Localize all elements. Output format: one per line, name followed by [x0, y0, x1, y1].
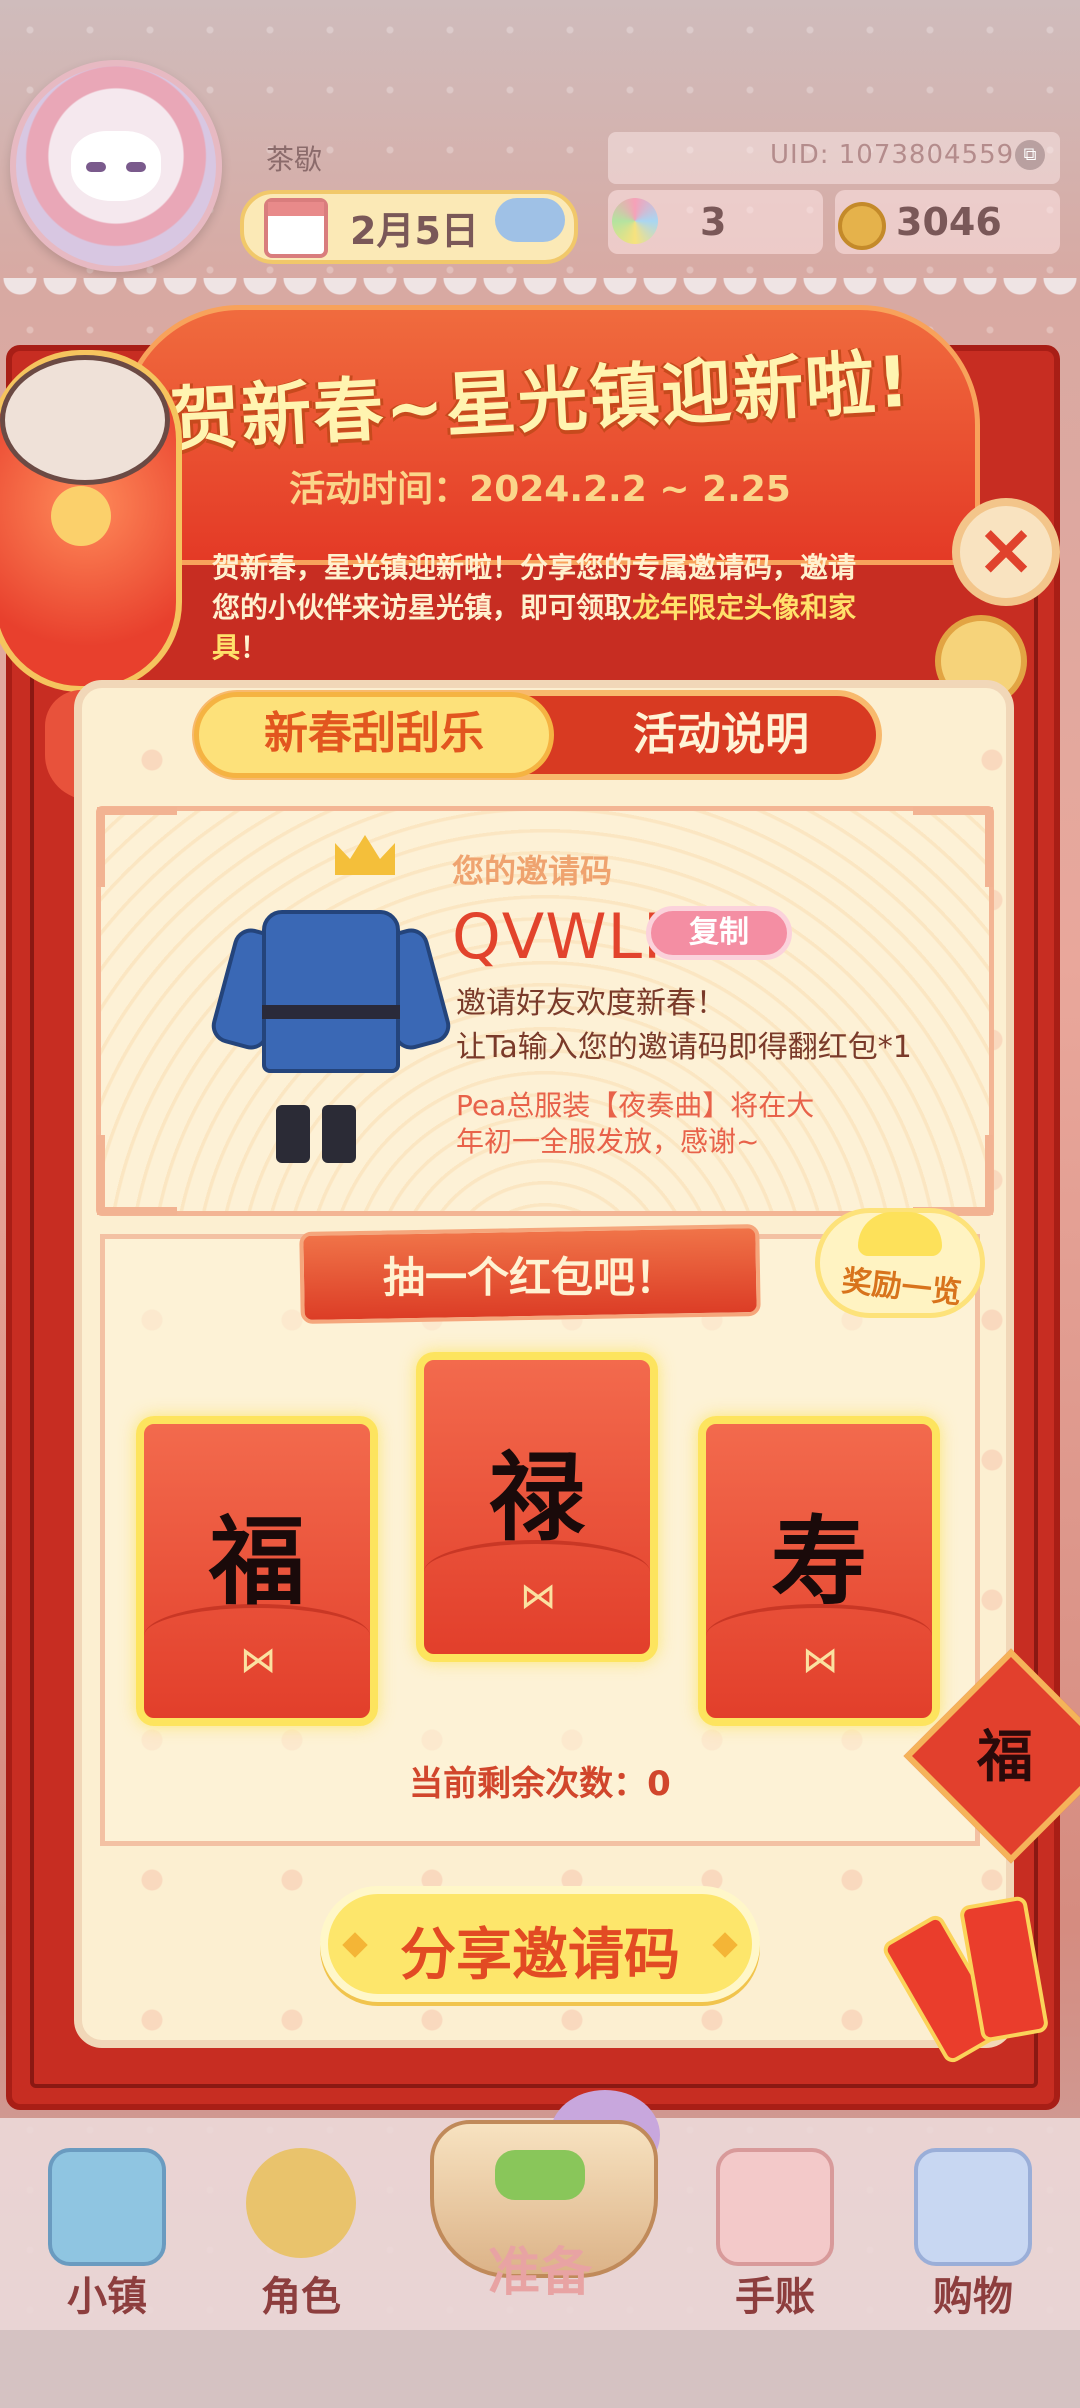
corner-ornament [913, 807, 993, 887]
paw-print-icon [51, 486, 111, 546]
bow-icon: ⋈ [240, 1640, 276, 1681]
corner-ornament [97, 807, 177, 887]
draw-title: 抽一个红包吧！ [382, 1253, 677, 1302]
share-invite-label[interactable]: 分享邀请码 [320, 1910, 760, 1991]
player-avatar[interactable] [10, 60, 222, 272]
firecracker-decoration [880, 1895, 1070, 2120]
journal-icon [716, 2148, 834, 2266]
uid-text: UID: 1073804559 [770, 140, 1015, 170]
red-envelope-shou[interactable]: 寿 ⋈ [698, 1416, 940, 1726]
shopping-bag-icon [914, 2148, 1032, 2266]
invite-note-2: 年初一全服发放，感谢~ [456, 1125, 760, 1158]
desc-text-end: ！ [240, 631, 269, 664]
nav-shopping[interactable]: 购物 [898, 2140, 1048, 2340]
outfit-reward-image [207, 910, 455, 1073]
remaining-draws: 当前剩余次数：0 [409, 1764, 671, 1804]
envelope-glyph: 寿 [771, 1505, 867, 1618]
corner-ornament [913, 1135, 993, 1215]
corner-ornament [97, 1135, 177, 1215]
calendar-icon [264, 198, 328, 258]
coin-count: 3046 [896, 200, 1002, 244]
avatar-eye-right [126, 162, 146, 172]
nav-town[interactable]: 小镇 [32, 2140, 182, 2340]
nav-prepare[interactable]: 准备 [400, 2080, 680, 2310]
nav-character[interactable]: 角色 [226, 2140, 376, 2340]
nav-label: 准备 [487, 2243, 592, 2303]
red-envelope-fu[interactable]: 福 ⋈ [136, 1416, 378, 1726]
red-envelope-lu[interactable]: 禄 ⋈ [416, 1352, 658, 1662]
character-icon [246, 2148, 356, 2258]
boot-left [276, 1105, 310, 1163]
rainbow-gem-icon [612, 198, 658, 244]
bow-icon: ⋈ [520, 1576, 556, 1617]
bottom-system-bar [0, 2330, 1080, 2408]
envelope-glyph: 福 [209, 1505, 305, 1618]
map-icon [48, 2148, 166, 2266]
lace-divider [0, 278, 1080, 300]
knot-glyph: 福 [977, 1725, 1033, 1790]
player-name: 茶歇 [266, 143, 323, 176]
nav-label: 小镇 [67, 2274, 147, 2320]
close-button[interactable]: × [952, 498, 1060, 606]
invite-text-2: 让Ta输入您的邀请码即得翻红包*1 [456, 1030, 912, 1065]
copy-button[interactable]: 复制 [646, 906, 792, 960]
invite-note-1: Pea总服装【夜奏曲】将在大 [456, 1089, 815, 1122]
event-description: 贺新春，星光镇迎新啦！分享您的专属邀请码，邀请您的小伙伴来访星光镇，即可领取龙年… [212, 548, 862, 668]
tab-scratch-card[interactable]: 新春刮刮乐 [194, 692, 554, 778]
nav-label: 手账 [735, 2274, 815, 2320]
avatar-eye-left [86, 162, 106, 172]
event-period: 活动时间：2024.2.2 ~ 2.25 [289, 469, 791, 510]
current-date: 2月5日 [350, 209, 479, 253]
nav-label: 购物 [933, 2274, 1013, 2320]
boots-image [276, 1105, 366, 1165]
nav-label: 角色 [261, 2274, 341, 2320]
avatar-face [71, 131, 161, 201]
outfit-belt [262, 1005, 400, 1019]
gold-coin-icon [838, 202, 886, 250]
outfit-coat [262, 910, 400, 1073]
bow-icon [495, 2150, 585, 2200]
nav-journal[interactable]: 手账 [700, 2140, 850, 2340]
boot-right [322, 1105, 356, 1163]
envelope-glyph: 禄 [489, 1441, 585, 1554]
invite-code-label: 您的邀请码 [452, 852, 613, 890]
tab-event-rules[interactable]: 活动说明 [560, 692, 882, 778]
panda-mascot [0, 355, 170, 485]
gem-count: 3 [700, 200, 727, 244]
bow-icon: ⋈ [802, 1640, 838, 1681]
copy-uid-icon[interactable]: ⧉ [1015, 140, 1045, 170]
weather-cloud-icon [495, 198, 565, 242]
gold-ingot-icon [858, 1212, 942, 1256]
invite-text-1: 邀请好友欢度新春！ [456, 986, 726, 1021]
